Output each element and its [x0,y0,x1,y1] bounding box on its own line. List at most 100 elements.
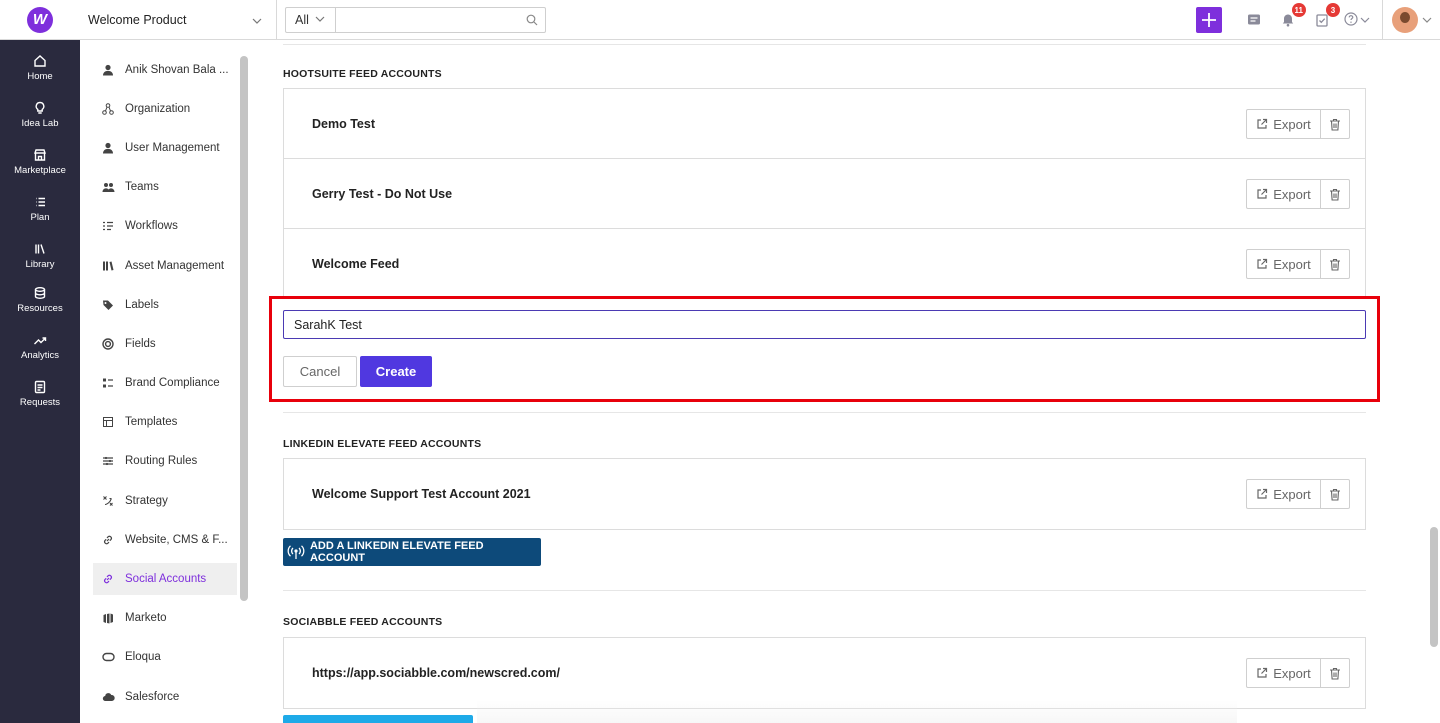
delete-button[interactable] [1321,479,1350,509]
settings-item-marketo[interactable]: Marketo [93,602,237,634]
search-icon[interactable] [519,8,545,32]
hootsuite-accounts-list: Demo Test Export Gerry Test - Do Not Use… [283,88,1366,299]
nav-marketplace[interactable]: Marketplace [0,140,80,184]
nav-resources[interactable]: Resources [0,278,80,322]
search-scope-value: All [295,12,309,27]
chevron-down-icon[interactable] [1422,15,1432,26]
add-linkedin-feed-account-button[interactable]: ADD A LINKEDIN ELEVATE FEED ACCOUNT [283,538,541,566]
trash-icon [1330,188,1340,201]
add-sociabble-feed-account-button[interactable] [283,715,473,723]
avatar[interactable] [1392,7,1418,33]
create-button[interactable]: Create [360,356,432,387]
chevron-down-icon [315,14,325,25]
nav-label: Resources [17,303,63,314]
settings-item-asset-management[interactable]: Asset Management [93,250,237,282]
account-name: Demo Test [312,116,375,131]
add-linkedin-label: ADD A LINKEDIN ELEVATE FEED ACCOUNT [309,540,484,564]
account-row: Gerry Test - Do Not Use Export [284,159,1365,229]
nav-requests[interactable]: Requests [0,372,80,416]
export-button[interactable]: Export [1246,179,1321,209]
link-icon [101,572,115,586]
cancel-button[interactable]: Cancel [283,356,357,387]
chevron-down-icon [1360,15,1370,26]
settings-scrollbar[interactable] [240,56,248,601]
settings-item-labels[interactable]: Labels [93,289,237,321]
account-row: Welcome Support Test Account 2021 Export [284,459,1365,529]
eloqua-icon [101,650,115,664]
account-row: https://app.sociabble.com/newscred.com/ … [284,638,1365,708]
new-account-name-input[interactable] [283,310,1366,339]
delete-button[interactable] [1321,658,1350,688]
settings-item-strategy[interactable]: Strategy [93,485,237,517]
nav-library[interactable]: Library [0,234,80,278]
top-bar: W Welcome Product All 11 3 [0,0,1440,40]
delete-button[interactable] [1321,249,1350,279]
settings-item-fields[interactable]: Fields [93,328,237,360]
settings-item-label: Anik Shovan Bala ... [125,64,229,76]
export-button[interactable]: Export [1246,249,1321,279]
org-icon [101,102,115,116]
settings-item-templates[interactable]: Templates [93,406,237,438]
settings-item-label: Organization [125,103,191,115]
section-divider [283,590,1366,591]
nav-analytics[interactable]: Analytics [0,325,80,369]
database-icon [34,287,46,300]
help-menu[interactable] [1344,11,1370,29]
nav-label: Marketplace [14,165,66,176]
account-row: Welcome Feed Export [284,229,1365,299]
settings-item-label: Templates [125,416,178,428]
settings-item-routing-rules[interactable]: Routing Rules [93,445,237,477]
export-label: Export [1273,665,1311,681]
settings-item-eloqua[interactable]: Eloqua [93,641,237,673]
delete-button[interactable] [1321,179,1350,209]
settings-item-salesforce[interactable]: Salesforce [93,681,237,713]
settings-item-teams[interactable]: Teams [93,171,237,203]
settings-item-organization[interactable]: Organization [93,93,237,125]
chevron-down-icon[interactable] [252,13,272,27]
search-input[interactable] [336,7,519,32]
export-button[interactable]: Export [1246,109,1321,139]
section-divider [283,44,1366,45]
export-label: Export [1273,256,1311,272]
product-selector[interactable]: Welcome Product [88,13,238,27]
export-button[interactable]: Export [1246,479,1321,509]
settings-sidebar: Anik Shovan Bala ... Organization User M… [80,40,252,723]
main-content: HOOTSUITE FEED ACCOUNTS Demo Test Export… [252,40,1424,723]
row-actions: Export [1246,658,1350,688]
trash-icon [1330,118,1340,131]
checklist-icon [101,376,115,390]
row-actions: Export [1246,479,1350,509]
hootsuite-section-title: HOOTSUITE FEED ACCOUNTS [283,68,442,80]
settings-item-brand-compliance[interactable]: Brand Compliance [93,367,237,399]
row-actions: Export [1246,249,1350,279]
target-icon [101,337,115,351]
search-scope-select[interactable]: All [286,7,336,32]
template-icon [101,415,115,429]
notifications-badge: 11 [1291,3,1306,17]
settings-item-label: User Management [125,142,220,154]
settings-item-label: Workflows [125,220,178,232]
settings-item-social-accounts[interactable]: Social Accounts [93,563,237,595]
account-name: Gerry Test - Do Not Use [312,186,453,201]
tasks-icon[interactable]: 3 [1310,3,1340,32]
create-new-button[interactable] [1196,7,1222,33]
list-icon [36,197,45,207]
workflow-icon [101,219,115,233]
nav-plan[interactable]: Plan [0,187,80,231]
settings-item-label: Social Accounts [125,573,207,585]
settings-item-profile[interactable]: Anik Shovan Bala ... [93,54,237,86]
nav-home[interactable]: Home [0,46,80,90]
tag-icon [101,298,115,312]
export-button[interactable]: Export [1246,658,1321,688]
chat-icon[interactable] [1242,8,1266,32]
settings-item-workflows[interactable]: Workflows [93,210,237,242]
section-divider [283,412,1366,413]
trash-icon [1330,258,1340,271]
delete-button[interactable] [1321,109,1350,139]
main-scrollbar[interactable] [1430,527,1438,647]
settings-item-user-management[interactable]: User Management [93,132,237,164]
settings-item-website-cms[interactable]: Website, CMS & F... [93,524,237,556]
nav-idea-lab[interactable]: Idea Lab [0,93,80,137]
bell-icon[interactable]: 11 [1276,3,1306,32]
app-logo[interactable]: W [27,6,53,33]
